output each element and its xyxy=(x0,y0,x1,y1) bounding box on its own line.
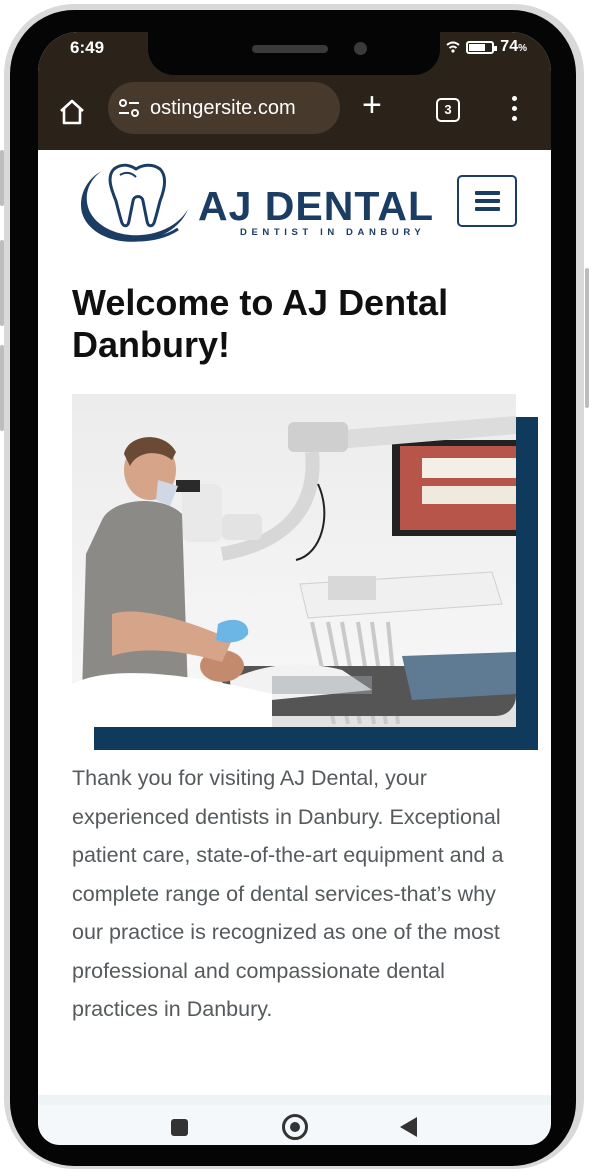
browser-chrome: 6:49 74% ostingersite.com + 3 xyxy=(38,32,551,150)
camera-notch xyxy=(148,32,440,75)
status-time: 6:49 xyxy=(70,38,105,57)
wifi-icon xyxy=(446,41,460,53)
home-icon[interactable] xyxy=(58,98,86,126)
intro-paragraph: Thank you for visiting AJ Dental, your e… xyxy=(72,766,504,1021)
phone-side-button xyxy=(0,345,4,431)
tab-switcher-button[interactable]: 3 xyxy=(436,98,460,122)
front-camera xyxy=(354,42,367,55)
hamburger-icon[interactable] xyxy=(457,175,517,227)
battery-level: 74% xyxy=(500,38,527,55)
speaker-grille xyxy=(252,45,328,53)
phone-side-button xyxy=(0,150,4,206)
battery-icon xyxy=(466,40,498,54)
address-bar[interactable]: ostingersite.com xyxy=(108,82,340,134)
page-title: Welcome to AJ Dental Danbury! xyxy=(72,282,449,365)
more-vert-icon[interactable] xyxy=(512,96,518,126)
phone-screen: 6:49 74% ostingersite.com + 3 AJ DENTAL … xyxy=(38,32,551,1145)
logo-tagline: DENTIST IN DANBURY xyxy=(240,227,426,238)
back-triangle-icon[interactable] xyxy=(400,1117,417,1137)
phone-side-button xyxy=(585,268,589,408)
site-logo[interactable]: AJ DENTAL DENTIST IN DANBURY xyxy=(74,155,433,251)
page-footer-strip xyxy=(38,1095,551,1105)
system-navigation-bar xyxy=(38,1105,551,1145)
url-text[interactable]: ostingersite.com xyxy=(150,97,296,120)
phone-side-button xyxy=(0,240,4,326)
tooth-logo-icon xyxy=(80,163,188,242)
tune-icon[interactable] xyxy=(118,98,140,118)
new-tab-button[interactable]: + xyxy=(362,88,382,122)
logo-title: AJ DENTAL xyxy=(198,183,435,229)
circle-icon[interactable] xyxy=(282,1114,308,1140)
hero-image xyxy=(72,394,516,727)
status-icons: 74% xyxy=(446,38,527,56)
dentist-photo xyxy=(72,394,516,727)
square-icon[interactable] xyxy=(171,1119,188,1136)
